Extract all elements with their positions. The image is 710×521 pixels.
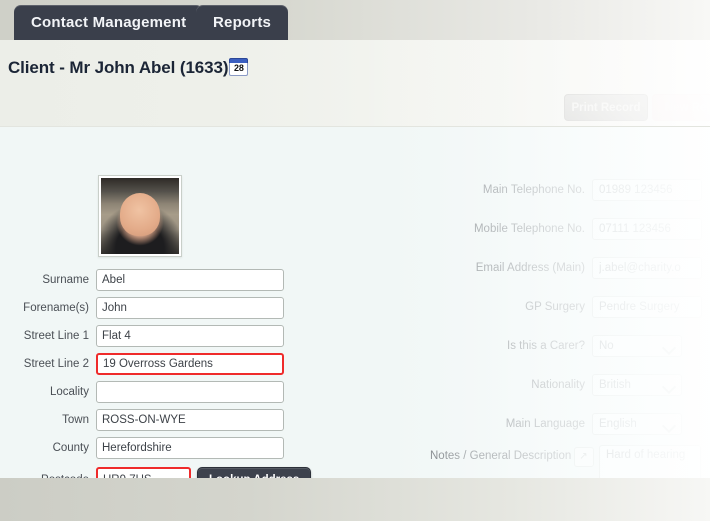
input-surname[interactable] (96, 269, 284, 291)
tab-label: Contact Management (31, 14, 187, 31)
label-main-language: Main Language (505, 418, 585, 430)
label-surname: Surname (42, 274, 89, 286)
field-row-street-line-1: Street Line 1 (0, 325, 284, 347)
expand-arrow-glyph: ↗ (579, 451, 588, 462)
field-row-notes: Notes / General Description ↗ Hard of he… (430, 445, 701, 478)
field-row-main-telephone: Main Telephone No. (430, 179, 702, 201)
field-row-county: County (0, 437, 284, 459)
new-referral-button[interactable]: New Referral (652, 94, 710, 121)
input-forenames[interactable] (96, 297, 284, 319)
label-main-telephone: Main Telephone No. (482, 184, 585, 196)
calendar-icon-day: 28 (229, 63, 249, 76)
select-is-carer-value: No (599, 340, 614, 352)
chevron-down-icon (661, 340, 677, 356)
label-forenames: Forename(s) (23, 302, 89, 314)
select-is-carer[interactable]: No (592, 335, 682, 357)
label-county: County (52, 442, 89, 454)
field-row-mobile-telephone: Mobile Telephone No. (430, 218, 702, 240)
main-panel: Client - Mr John Abel (1633) 28 Print Rec… (0, 40, 710, 478)
lookup-address-button[interactable]: Lookup Address (197, 467, 312, 478)
input-gp-surgery[interactable] (592, 296, 702, 318)
field-row-forenames: Forename(s) (0, 297, 284, 319)
label-locality: Locality (50, 386, 89, 398)
input-main-telephone[interactable] (592, 179, 702, 201)
right-column: Main Telephone No. Mobile Telephone No. … (430, 127, 710, 478)
tab-contact-management[interactable]: Contact Management (14, 5, 204, 40)
field-row-gp-surgery: GP Surgery (430, 296, 702, 318)
label-town: Town (62, 414, 89, 426)
field-row-is-carer: Is this a Carer? No (430, 335, 682, 357)
field-row-email: Email Address (Main) (430, 257, 702, 279)
print-record-label: Print Record (571, 101, 641, 114)
input-street-line-2[interactable] (96, 353, 284, 375)
tab-reports[interactable]: Reports (196, 5, 289, 40)
panel-header: Client - Mr John Abel (1633) 28 Print Rec… (0, 40, 710, 158)
calendar-icon: 28 (229, 58, 249, 76)
label-street-line-2: Street Line 2 (23, 358, 89, 370)
input-email[interactable] (592, 257, 702, 279)
tab-bar: Contact Management Reports (0, 0, 710, 40)
select-nationality[interactable]: British (592, 374, 682, 396)
input-notes[interactable]: Hard of hearing (599, 445, 701, 478)
application-window: Contact Management Reports Client - Mr J… (0, 0, 710, 521)
input-street-line-1[interactable] (96, 325, 284, 347)
input-postcode[interactable] (96, 467, 191, 478)
new-referral-label: New Referral (664, 101, 710, 114)
label-street-line-1: Street Line 1 (23, 330, 89, 342)
client-photo-image (101, 178, 179, 254)
field-row-street-line-2: Street Line 2 (0, 353, 284, 375)
label-mobile-telephone: Mobile Telephone No. (473, 223, 585, 235)
chevron-down-icon (661, 418, 677, 434)
field-row-town: Town (0, 409, 284, 431)
input-county[interactable] (96, 437, 284, 459)
label-notes: Notes / General Description (430, 450, 572, 462)
input-town[interactable] (96, 409, 284, 431)
label-nationality: Nationality (531, 379, 585, 391)
field-row-surname: Surname (0, 269, 284, 291)
field-row-postcode: Postcode Lookup Address (0, 467, 312, 478)
bottom-background-strip (0, 478, 710, 521)
tab-label: Reports (213, 14, 272, 31)
field-row-main-language: Main Language English (430, 413, 682, 435)
page-title: Client - Mr John Abel (1633) 28 (8, 58, 249, 78)
form-body: Surname Forename(s) Street Line 1 Street… (0, 127, 710, 478)
expand-notes-icon[interactable]: ↗ (574, 447, 594, 467)
input-locality[interactable] (96, 381, 284, 403)
print-record-button[interactable]: Print Record (564, 94, 648, 121)
label-gp-surgery: GP Surgery (525, 301, 585, 313)
chevron-down-icon (661, 379, 677, 395)
select-main-language-value: English (599, 418, 637, 430)
label-email: Email Address (Main) (475, 262, 585, 274)
page-title-text: Client - Mr John Abel (1633) (8, 58, 229, 77)
select-main-language[interactable]: English (592, 413, 682, 435)
select-nationality-value: British (599, 379, 631, 391)
label-is-carer: Is this a Carer? (507, 340, 585, 352)
client-photo (98, 175, 182, 257)
field-row-nationality: Nationality British (430, 374, 682, 396)
field-row-locality: Locality (0, 381, 284, 403)
input-mobile-telephone[interactable] (592, 218, 702, 240)
